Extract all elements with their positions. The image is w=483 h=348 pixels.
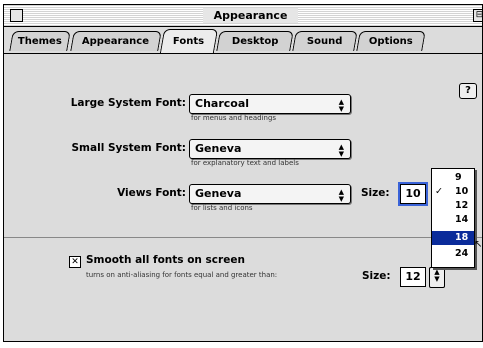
size-menu-item-14-label: 14 <box>455 214 469 225</box>
size-menu-item-24[interactable]: 24 <box>432 247 474 261</box>
tab-appearance-label: Appearance <box>82 36 150 47</box>
small-system-font-hint: for explanatory text and labels <box>191 159 299 167</box>
tab-fonts[interactable]: Fonts <box>159 29 219 53</box>
popup-arrows-icon: ▲ ▼ <box>338 188 344 203</box>
large-system-font-label: Large System Font: <box>70 97 186 109</box>
tab-desktop-label: Desktop <box>231 36 279 47</box>
smooth-fonts-label: Smooth all fonts on screen <box>86 254 245 266</box>
smoothing-size-label: Size: <box>362 270 391 282</box>
checkmark-icon: ✓ <box>435 186 443 197</box>
size-menu-item-10-label: 10 <box>455 186 469 197</box>
popup-arrows-icon: ▲ ▼ <box>338 143 344 158</box>
size-menu-item-18-label: 18 <box>455 232 469 243</box>
smooth-fonts-hint: turns on anti-aliasing for fonts equal a… <box>86 271 278 279</box>
views-font-value: Geneva <box>195 187 242 200</box>
help-icon[interactable]: ? <box>459 83 477 99</box>
tab-themes[interactable]: Themes <box>9 31 71 51</box>
size-menu-item-18[interactable]: 18 <box>432 231 474 245</box>
popup-arrows-icon: ▲ ▼ <box>338 98 344 113</box>
tab-desktop[interactable]: Desktop <box>216 31 294 51</box>
pointer-cursor-icon: ↖ <box>474 239 483 250</box>
title-bar[interactable]: Appearance ⊟ <box>4 5 482 27</box>
views-font-popup[interactable]: Geneva ▲ ▼ <box>189 184 351 204</box>
tab-sound[interactable]: Sound <box>292 31 358 51</box>
size-menu-item-9[interactable]: 9 <box>432 171 474 185</box>
size-menu-item-14[interactable]: 14 <box>432 213 474 227</box>
tab-options[interactable]: Options <box>356 31 426 51</box>
size-menu-item-10[interactable]: ✓ 10 <box>432 185 474 199</box>
section-divider <box>4 237 482 238</box>
size-popup-menu: 9 ✓ 10 12 14 18 24 <box>431 168 475 268</box>
large-system-font-popup[interactable]: Charcoal ▲ ▼ <box>189 94 351 114</box>
smoothing-size-stepper[interactable]: ▲ ▼ <box>429 267 445 288</box>
views-font-size-label: Size: <box>361 187 390 199</box>
close-box[interactable] <box>10 9 23 22</box>
small-system-font-value: Geneva <box>195 142 242 155</box>
size-menu-item-24-label: 24 <box>455 248 469 259</box>
appearance-window: Appearance ⊟ Themes Appearance Fonts Des… <box>3 4 483 342</box>
large-system-font-hint: for menus and headings <box>191 114 277 122</box>
smooth-fonts-checkbox[interactable]: ✕ <box>69 256 81 268</box>
small-system-font-label: Small System Font: <box>71 142 187 154</box>
tab-bar: Themes Appearance Fonts Desktop Sound Op… <box>4 27 482 54</box>
tab-options-label: Options <box>369 36 413 47</box>
size-menu-item-12[interactable]: 12 <box>432 199 474 213</box>
tab-sound-label: Sound <box>307 36 343 47</box>
smoothing-size-field[interactable]: 12 <box>400 267 426 287</box>
small-system-font-popup[interactable]: Geneva ▲ ▼ <box>189 139 351 159</box>
views-font-label: Views Font: <box>117 187 186 199</box>
zoom-icon[interactable]: ⊟ <box>473 9 482 22</box>
tab-themes-label: Themes <box>17 36 62 47</box>
large-system-font-value: Charcoal <box>195 97 250 110</box>
window-title: Appearance <box>203 8 298 23</box>
size-menu-item-12-label: 12 <box>455 200 469 211</box>
tab-appearance[interactable]: Appearance <box>70 31 162 51</box>
size-menu-item-9-label: 9 <box>455 172 462 183</box>
views-font-hint: for lists and icons <box>191 204 253 212</box>
tab-fonts-label: Fonts <box>173 36 205 47</box>
views-font-size-field[interactable]: 10 <box>400 184 426 204</box>
